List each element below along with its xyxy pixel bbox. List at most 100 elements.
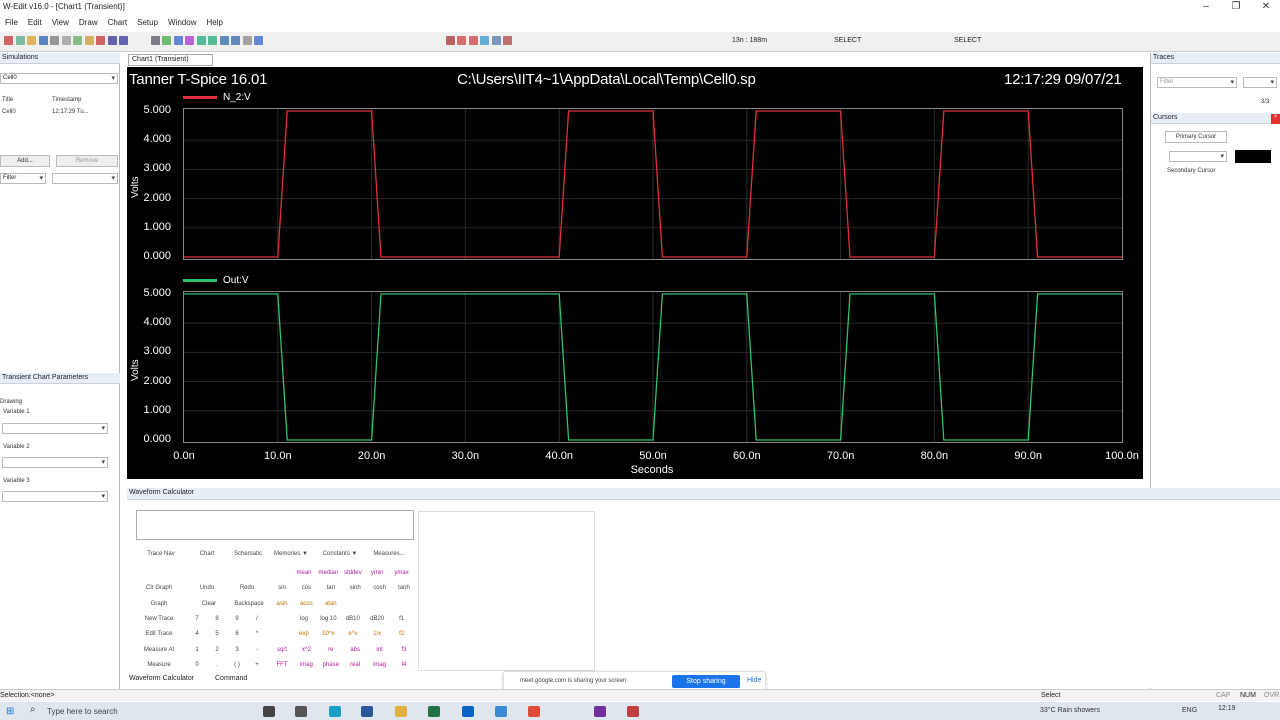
menu-file[interactable]: File bbox=[0, 16, 23, 29]
calc-left-button[interactable]: Edit Trace bbox=[137, 628, 181, 640]
calc-digit-key[interactable]: 3 bbox=[230, 644, 244, 656]
calc-left-button[interactable]: Graph bbox=[137, 598, 181, 610]
select-field-1[interactable]: SELECT bbox=[834, 37, 861, 44]
calc-function-key[interactable]: exp bbox=[292, 628, 316, 640]
settings-icon[interactable] bbox=[162, 36, 171, 45]
color-icon[interactable] bbox=[185, 36, 194, 45]
close-cursors-icon[interactable]: × bbox=[1271, 114, 1280, 124]
calc-function-key[interactable]: int bbox=[368, 644, 392, 656]
hide-button[interactable]: Hide bbox=[747, 677, 761, 684]
edge-icon[interactable] bbox=[329, 706, 341, 717]
language[interactable]: ENG bbox=[1182, 707, 1197, 714]
select-field-2[interactable]: SELECT bbox=[954, 37, 981, 44]
calc-left-button[interactable]: New Trace bbox=[137, 613, 181, 625]
range-display[interactable]: 13n : 188m bbox=[732, 37, 767, 44]
calc-digit-key[interactable]: 5 bbox=[210, 628, 224, 640]
chart-icon[interactable] bbox=[173, 36, 183, 45]
windows-start-icon[interactable]: ⊞ bbox=[6, 706, 14, 717]
calc-digit-key[interactable]: ( ) bbox=[230, 659, 244, 671]
calc-function-key[interactable]: sqrt bbox=[270, 644, 294, 656]
new-icon[interactable] bbox=[4, 36, 13, 45]
menu-window[interactable]: Window bbox=[163, 16, 201, 29]
calc-function-key[interactable]: re bbox=[319, 644, 343, 656]
secondary-cursor-label[interactable]: Secondary Cursor bbox=[1167, 168, 1215, 174]
stop-sharing-button[interactable]: Stop sharing bbox=[672, 675, 740, 688]
calc-key[interactable]: Undo bbox=[192, 582, 222, 594]
calc-function-key[interactable]: ymax bbox=[390, 567, 414, 579]
filter-input[interactable] bbox=[52, 173, 118, 184]
variable2-combo[interactable] bbox=[2, 457, 108, 468]
mail-icon[interactable] bbox=[462, 706, 474, 717]
calc-function-key[interactable]: sinh bbox=[343, 582, 367, 594]
minimize-button[interactable]: – bbox=[1192, 0, 1220, 16]
calc-function-key[interactable]: cosh bbox=[368, 582, 392, 594]
calc-digit-key[interactable]: 4 bbox=[190, 628, 204, 640]
calc-digit-key[interactable]: 8 bbox=[210, 613, 224, 625]
menu-view[interactable]: View bbox=[47, 16, 74, 29]
menu-draw[interactable]: Draw bbox=[74, 16, 103, 29]
calc-digit-key[interactable]: + bbox=[250, 659, 264, 671]
cursor-color-swatch[interactable] bbox=[1235, 150, 1271, 163]
calc-digit-key[interactable]: 0 bbox=[190, 659, 204, 671]
calc-function-key[interactable]: dB10 bbox=[341, 613, 365, 625]
zoom-in-icon[interactable] bbox=[196, 36, 206, 45]
calc-digit-key[interactable]: / bbox=[250, 613, 264, 625]
calc-top-button[interactable]: Chart bbox=[189, 548, 225, 560]
traces-filter[interactable]: Filter bbox=[1157, 77, 1237, 88]
calc-top-button[interactable]: Memories ▼ bbox=[270, 548, 312, 560]
menu-edit[interactable]: Edit bbox=[23, 16, 47, 29]
calc-digit-key[interactable]: * bbox=[250, 628, 264, 640]
calc-function-key[interactable]: FFT bbox=[270, 659, 294, 671]
calc-function-key[interactable]: f1 bbox=[390, 613, 414, 625]
calc-left-button[interactable]: Measure bbox=[137, 659, 181, 671]
row-timestamp[interactable]: 12:17:29 Tu... bbox=[52, 109, 89, 115]
simulation-combo[interactable]: Cell0 bbox=[0, 73, 118, 84]
calc-function-key[interactable]: sin bbox=[270, 582, 294, 594]
variable1-combo[interactable] bbox=[2, 423, 108, 434]
cursor-combo[interactable] bbox=[1169, 151, 1227, 162]
legend-out[interactable]: Out:V bbox=[183, 275, 249, 286]
calculator-input[interactable] bbox=[136, 510, 414, 540]
chrome-icon[interactable] bbox=[528, 706, 540, 717]
excel-icon[interactable] bbox=[428, 706, 440, 717]
cursor-icon[interactable] bbox=[254, 36, 263, 45]
calc-function-key[interactable]: imag bbox=[294, 659, 318, 671]
calc-digit-key[interactable]: - bbox=[250, 644, 264, 656]
calc-function-key[interactable]: acos bbox=[294, 598, 318, 610]
cortana-icon[interactable] bbox=[263, 706, 275, 717]
tab-command[interactable]: Command bbox=[215, 675, 247, 682]
calc-top-button[interactable]: Measures... bbox=[368, 548, 410, 560]
calc-function-key[interactable]: f4 bbox=[392, 659, 416, 671]
zoom-box-icon[interactable] bbox=[231, 36, 240, 45]
calc-key[interactable]: Redo bbox=[232, 582, 262, 594]
save-icon[interactable] bbox=[38, 36, 48, 45]
traces-filter-2[interactable] bbox=[1243, 77, 1277, 88]
select-icon[interactable] bbox=[491, 36, 501, 45]
calc-top-button[interactable]: Constants ▼ bbox=[317, 548, 363, 560]
photos-icon[interactable] bbox=[495, 706, 507, 717]
undo-icon[interactable] bbox=[107, 36, 117, 45]
calc-function-key[interactable]: mean bbox=[292, 567, 316, 579]
measure-icon[interactable] bbox=[457, 36, 466, 45]
label-icon[interactable] bbox=[503, 36, 512, 45]
calc-function-key[interactable]: imag bbox=[368, 659, 392, 671]
calc-function-key[interactable]: median bbox=[316, 567, 340, 579]
cut-icon[interactable] bbox=[61, 36, 71, 45]
pan-icon[interactable] bbox=[242, 36, 252, 45]
redo-icon[interactable] bbox=[119, 36, 128, 45]
word-icon[interactable] bbox=[361, 706, 373, 717]
legend-n2[interactable]: N_2:V bbox=[183, 92, 251, 103]
calc-key[interactable]: Backspace bbox=[232, 598, 266, 610]
calc-function-key[interactable]: f3 bbox=[392, 644, 416, 656]
menu-chart[interactable]: Chart bbox=[103, 16, 133, 29]
calc-function-key[interactable]: phase bbox=[319, 659, 343, 671]
zoom-out-icon[interactable] bbox=[208, 36, 217, 45]
zoom-fit-icon[interactable] bbox=[219, 36, 229, 45]
chart-tab[interactable]: Chart1 (Transient) bbox=[128, 54, 213, 66]
delete-icon[interactable] bbox=[96, 36, 105, 45]
calc-function-key[interactable]: tan bbox=[319, 582, 343, 594]
menu-setup[interactable]: Setup bbox=[132, 16, 163, 29]
variable3-combo[interactable] bbox=[2, 491, 108, 502]
open-icon[interactable] bbox=[15, 36, 25, 45]
menu-help[interactable]: Help bbox=[201, 16, 227, 29]
